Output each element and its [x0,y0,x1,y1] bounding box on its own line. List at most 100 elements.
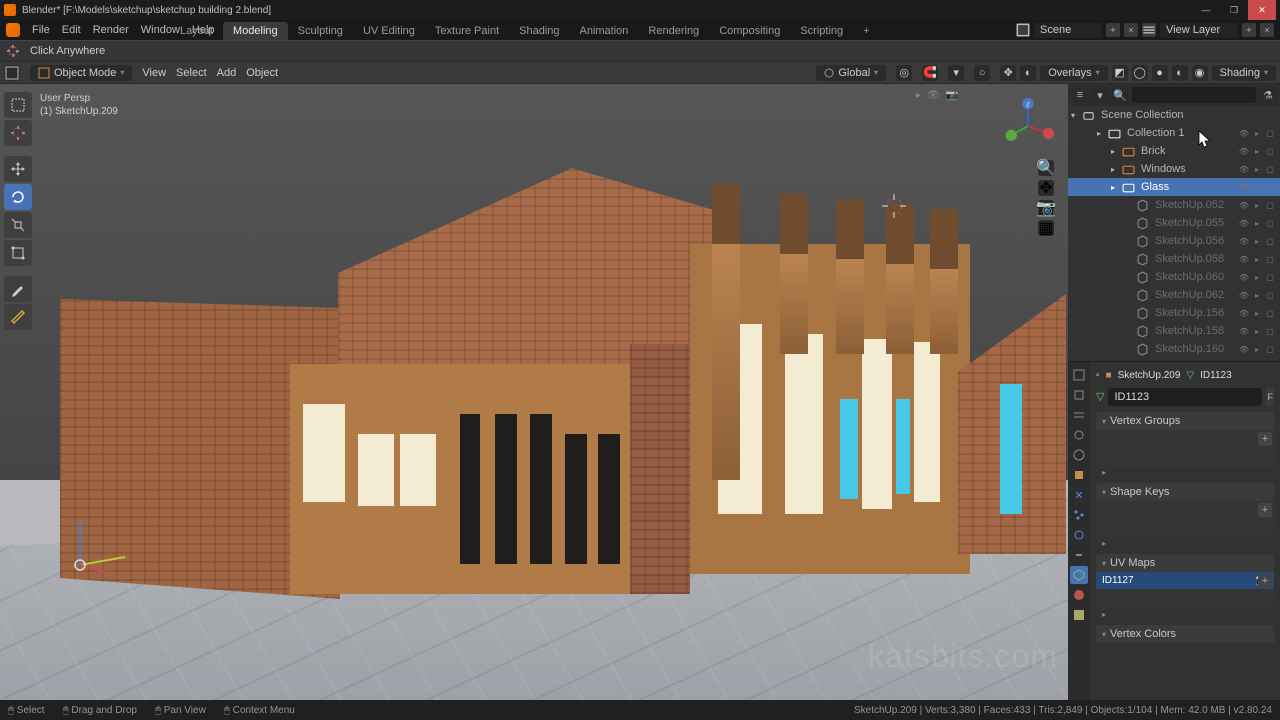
viewlayer-input[interactable] [1160,23,1238,38]
new-scene-button[interactable]: + [1106,23,1120,37]
outliner-search-input[interactable] [1132,87,1256,103]
ws-layout[interactable]: Layout [170,22,223,40]
panel-shape-keys-header[interactable]: Shape Keys [1096,483,1274,501]
shading-dropdown[interactable]: Shading▾ [1212,65,1276,81]
ws-shading[interactable]: Shading [509,22,569,40]
ws-uvediting[interactable]: UV Editing [353,22,425,40]
close-button[interactable]: ✕ [1248,0,1276,20]
outliner-item[interactable]: SketchUp.056👁▸▢ [1068,232,1280,250]
outliner-item[interactable]: SketchUp.058👁▸▢ [1068,250,1280,268]
outliner-editor-icon[interactable]: ≡ [1072,87,1088,103]
outliner-display-icon[interactable]: ▾ [1092,87,1108,103]
restrict-render-icon[interactable]: 📷 [946,90,958,101]
search-icon[interactable]: 🔍 [1112,87,1128,103]
shading-solid-icon[interactable]: ● [1152,65,1168,81]
proportional-icon[interactable]: ○ [974,65,990,81]
delete-viewlayer-button[interactable]: × [1260,23,1274,37]
snap-toggle-icon[interactable]: 🧲 [922,65,938,81]
menu-file[interactable]: File [32,24,50,36]
zoom-icon[interactable]: 🔍 [1038,160,1054,176]
maximize-button[interactable]: ❐ [1220,0,1248,20]
viewlayer-browse-icon[interactable] [1142,23,1156,37]
tool-select-box[interactable] [4,92,32,118]
panel-uvmaps-header[interactable]: UV Maps [1096,554,1274,572]
vp-menu-select[interactable]: Select [176,67,207,79]
prop-tab-scene[interactable] [1070,426,1088,444]
outliner-item[interactable]: SketchUp.158👁▸▢ [1068,322,1280,340]
camera-icon[interactable]: 📷 [1038,200,1054,216]
add-vg-button[interactable]: + [1258,432,1272,446]
outliner-item[interactable]: ▸Glass👁▸▢ [1068,178,1280,196]
new-viewlayer-button[interactable]: + [1242,23,1256,37]
add-sk-button[interactable]: + [1258,503,1272,517]
tool-rotate[interactable] [4,184,32,210]
prop-tab-output[interactable] [1070,386,1088,404]
menu-edit[interactable]: Edit [62,24,81,36]
tool-annotate[interactable] [4,276,32,302]
uvmap-item[interactable]: ID1127📷 [1096,572,1274,589]
outliner-root[interactable]: ▾Scene Collection [1068,106,1280,124]
pivot-icon[interactable]: ◎ [896,65,912,81]
outliner-item[interactable]: SketchUp.055👁▸▢ [1068,214,1280,232]
scene-name-input[interactable] [1034,23,1102,38]
pan-icon[interactable]: ✥ [1038,180,1054,196]
shading-wire-icon[interactable]: ◯ [1132,65,1148,81]
prop-tab-texture[interactable] [1070,606,1088,624]
prop-tab-object[interactable] [1070,466,1088,484]
prop-tab-mesh-data[interactable] [1070,566,1088,584]
outliner-item[interactable]: SketchUp.052👁▸▢ [1068,196,1280,214]
prop-tab-physics[interactable] [1070,526,1088,544]
prop-tab-world[interactable] [1070,446,1088,464]
ws-modeling[interactable]: Modeling [223,22,288,40]
outliner-tree[interactable]: ▾Scene Collection▸Collection 1👁▸▢▸Brick👁… [1068,106,1280,362]
minimize-button[interactable]: — [1192,0,1220,20]
prop-tab-constraints[interactable] [1070,546,1088,564]
nav-gizmo[interactable]: Z [1000,98,1056,154]
editor-type-icon[interactable] [4,65,20,81]
restrict-viewport-icon[interactable]: 👁 [927,90,940,101]
outliner-item[interactable]: SketchUp.060👁▸▢ [1068,268,1280,286]
vp-menu-object[interactable]: Object [246,67,278,79]
vp-menu-view[interactable]: View [142,67,166,79]
overlays-toggle-icon[interactable]: ◐ [1020,65,1036,81]
menu-render[interactable]: Render [93,24,129,36]
outliner-item[interactable]: SketchUp.160👁▸▢ [1068,340,1280,358]
filter-icon[interactable]: ⚗ [1260,87,1276,103]
viewport[interactable]: User Persp (1) SketchUp.209 Z 🔍 ✥ 📷 ▦ ▸ … [0,84,1068,700]
ws-add-button[interactable]: + [853,22,879,40]
prop-tab-material[interactable] [1070,586,1088,604]
tool-cursor[interactable] [4,120,32,146]
tool-transform[interactable] [4,240,32,266]
tool-measure[interactable] [4,304,32,330]
ws-sculpting[interactable]: Sculpting [288,22,353,40]
add-uvmap-button[interactable]: + [1258,574,1272,588]
shading-rendered-icon[interactable]: ◉ [1192,65,1208,81]
snap-type-icon[interactable]: ▾ [948,65,964,81]
xray-icon[interactable]: ◩ [1112,65,1128,81]
outliner-item[interactable]: ▸Windows👁▸▢ [1068,160,1280,178]
delete-scene-button[interactable]: × [1124,23,1138,37]
ws-rendering[interactable]: Rendering [638,22,709,40]
outliner-item[interactable]: ▸Collection 1👁▸▢ [1068,124,1280,142]
panel-vertex-groups-header[interactable]: Vertex Groups [1096,412,1274,430]
overlays-dropdown[interactable]: Overlays▾ [1040,65,1107,81]
fake-user-button[interactable]: F [1266,388,1274,406]
toggle-gizmo-icon[interactable]: ✥ [1000,65,1016,81]
restrict-select-icon[interactable]: ▸ [916,90,921,101]
prop-tab-particles[interactable] [1070,506,1088,524]
tool-move[interactable] [4,156,32,182]
ws-compositing[interactable]: Compositing [709,22,790,40]
mode-dropdown[interactable]: Object Mode ▾ [30,65,132,81]
orientation-dropdown[interactable]: Global▾ [816,65,886,81]
prop-tab-viewlayer[interactable] [1070,406,1088,424]
outliner-item[interactable]: SketchUp.156👁▸▢ [1068,304,1280,322]
vp-menu-add[interactable]: Add [217,67,237,79]
panel-vertex-colors-header[interactable]: Vertex Colors [1096,625,1274,643]
prop-tab-render[interactable] [1070,366,1088,384]
mesh-name-input[interactable] [1108,388,1262,406]
ws-scripting[interactable]: Scripting [790,22,853,40]
persp-ortho-icon[interactable]: ▦ [1038,220,1054,236]
prop-tab-modifiers[interactable] [1070,486,1088,504]
ws-texturepaint[interactable]: Texture Paint [425,22,509,40]
tool-scale[interactable] [4,212,32,238]
